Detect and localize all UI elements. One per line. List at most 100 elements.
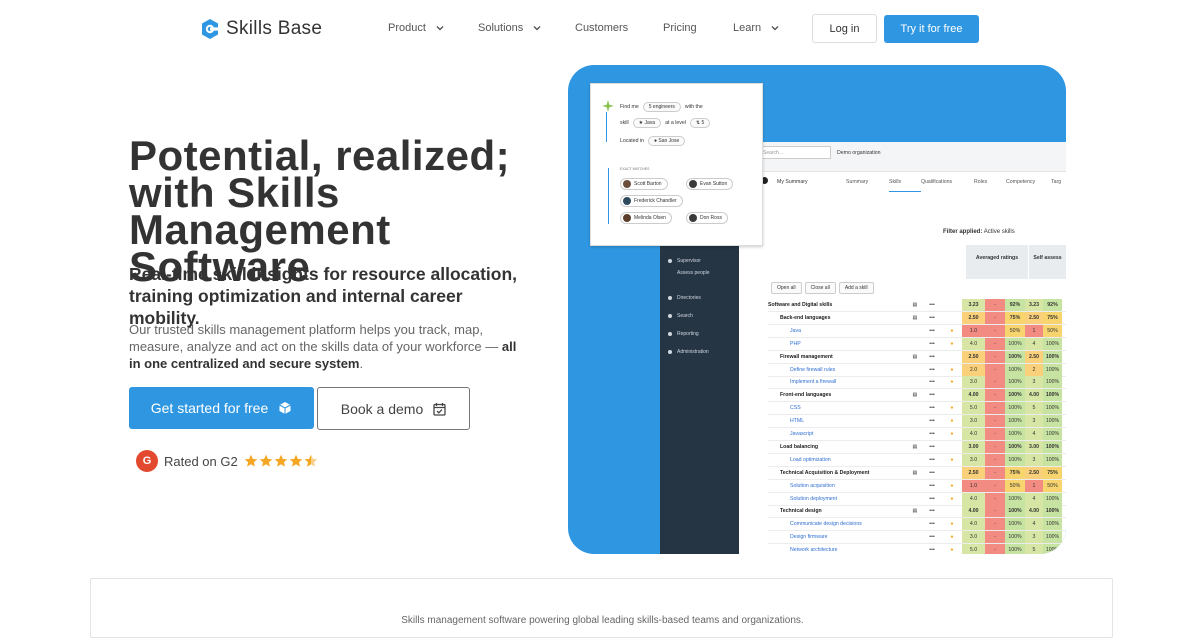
table-row[interactable]: Solution deployment ••• ● 4.0-100% 4 100% [768,492,1066,506]
avg-gap: - [985,466,1005,479]
calendar-check-icon [433,402,446,416]
expand-icon: ▤ [912,392,918,399]
match-chip[interactable]: Scott Barton [620,178,668,190]
open-all-button[interactable]: Open all [771,282,802,294]
skill-name[interactable]: Technical design [768,508,908,514]
count-chip[interactable]: 5 engineers [642,102,681,112]
tab-roles[interactable]: Roles [974,179,1006,192]
location-chip[interactable]: ● San Jose [647,136,686,146]
sidebar-item-administration[interactable]: Administration [668,349,709,355]
nav-solutions[interactable]: Solutions [478,22,542,34]
book-demo-button[interactable]: Book a demo [317,387,470,430]
self-rating: 1 [1025,479,1043,492]
more-icon: ••• [929,482,935,489]
tab-summary[interactable]: Summary [846,179,889,192]
table-row[interactable]: PHP ••• ● 4.0-100% 4 100% [768,337,1066,351]
sidebar-item-supervisor[interactable]: Supervisor [668,258,701,264]
skill-name[interactable]: Load balancing [768,444,908,450]
self-rating: 3.23 [1025,299,1043,311]
table-row[interactable]: Front-end languages ▤ ••• 4.00-100% 4.00 100% [768,389,1066,403]
tab-targets[interactable]: Targ [1051,179,1066,192]
avg-percent: 100% [1005,544,1025,554]
g2-rating[interactable]: G Rated on G2 [136,450,318,472]
skill-name[interactable]: Front-end languages [768,392,908,398]
table-row[interactable]: Load balancing ▤ ••• 3.00-100% 3.00 100% [768,440,1066,454]
avg-percent: 100% [1005,350,1025,363]
table-row[interactable]: Back-end languages ▤ ••• 2.50-75% 2.50 75% [768,311,1066,325]
table-row[interactable]: Software and Digital skills ▤ ••• 3.23-92% 3… [768,299,1066,312]
table-row[interactable]: Define firewall rules ••• ● 2.0-100% 2 100% [768,363,1066,377]
get-started-button[interactable]: Get started for free [129,387,314,429]
skill-name[interactable]: Java [768,328,908,334]
skill-name[interactable]: Load optimization [768,457,908,463]
table-row[interactable]: Solution acquisition ••• ● 1.0-50% 1 50% [768,479,1066,493]
star-icon [274,454,288,467]
self-rating: 2.50 [1025,466,1043,479]
sidebar-item-assess[interactable]: Assess people [677,270,710,276]
more-icon: ••• [929,443,935,450]
table-row[interactable]: Load optimization ••• ● 3.0-100% 3 100% [768,453,1066,467]
nav-learn[interactable]: Learn [733,22,780,34]
table-row[interactable]: Network architecture ••• ● 5.0-100% 5 100% [768,544,1066,554]
table-row[interactable]: Technical Acquisition & Deployment ▤ ••• 2.… [768,466,1066,480]
skill-name[interactable]: Firewall management [768,354,908,360]
login-button[interactable]: Log in [812,14,877,43]
nav-product[interactable]: Product [388,22,445,34]
avg-rating: 3.23 [962,299,985,311]
skill-name[interactable]: HTML [768,418,908,424]
skill-name[interactable]: Technical Acquisition & Deployment [768,470,908,476]
match-chip[interactable]: Melinda Olsen [620,212,672,224]
level-chip[interactable]: ⇅ 5 [689,118,711,128]
status-dot [942,389,962,401]
tab-qualifications[interactable]: Qualifications [921,179,974,192]
avg-rating: 3.0 [962,453,985,466]
skill-name[interactable]: CSS [768,405,908,411]
more-icon: ••• [929,340,935,347]
skill-name[interactable]: Define firewall rules [768,367,908,373]
table-row[interactable]: Design firmware ••• ● 3.0-100% 3 100% [768,531,1066,545]
table-row[interactable]: Java ••• ● 1.0-50% 1 50% [768,324,1066,338]
avg-gap: - [985,324,1005,337]
table-row[interactable]: Firewall management ▤ ••• 2.50-100% 2.50 100% [768,350,1066,364]
app-search-input[interactable]: Search... [758,146,831,159]
table-row[interactable]: Javascript ••• ● 4.0-100% 4 100% [768,428,1066,441]
skill-name[interactable]: Solution acquisition [768,483,908,489]
skill-chip[interactable]: ★ Java [632,118,662,128]
match-chip[interactable]: Frederick Chandler [620,195,683,207]
skill-name[interactable]: Implement a firewall [768,379,908,385]
avg-gap: - [985,440,1005,453]
sidebar-item-search[interactable]: Search [668,313,693,319]
skill-name[interactable]: Communicate design decisions [768,521,908,527]
nav-pricing[interactable]: Pricing [663,22,697,34]
skill-name[interactable]: Javascript [768,431,908,437]
table-row[interactable]: Implement a firewall ••• ● 3.0-100% 3 100% [768,376,1066,390]
table-row[interactable]: Communicate design decisions ••• ● 4.0-100%… [768,518,1066,532]
skill-name[interactable]: PHP [768,341,908,347]
match-chip[interactable]: Don Ross [686,212,728,224]
match-chip[interactable]: Evan Sutton [686,178,734,190]
add-skill-button[interactable]: Add a skill [838,282,874,294]
avg-percent: 100% [1005,376,1025,389]
tab-skills[interactable]: Skills [889,179,921,192]
self-percent: 100% [1043,350,1062,363]
skill-name[interactable]: Network architecture [768,547,908,553]
avg-percent: 100% [1005,505,1025,518]
avg-percent: 100% [1005,492,1025,505]
expand-icon [908,531,922,543]
more-icon: ••• [929,547,935,554]
skill-name[interactable]: Design firmware [768,534,908,540]
tab-competency[interactable]: Competency [1006,179,1051,192]
skill-name[interactable]: Software and Digital skills [768,302,908,308]
self-rating: 4.00 [1025,389,1043,402]
close-all-button[interactable]: Close all [804,282,836,294]
nav-customers[interactable]: Customers [575,22,628,34]
table-row[interactable]: Technical design ▤ ••• 4.00-100% 4.00 100% [768,505,1066,519]
sidebar-item-directories[interactable]: Directories [668,295,701,301]
try-free-button[interactable]: Try it for free [884,15,979,43]
skill-name[interactable]: Solution deployment [768,496,908,502]
skill-name[interactable]: Back-end languages [768,315,908,321]
table-row[interactable]: CSS ••• ● 5.0-100% 5 100% [768,402,1066,416]
sidebar-item-reporting[interactable]: Reporting [668,331,699,337]
table-row[interactable]: HTML ••• ● 3.0-100% 3 100% [768,415,1066,429]
brand-logo[interactable]: Skills Base [200,18,322,40]
